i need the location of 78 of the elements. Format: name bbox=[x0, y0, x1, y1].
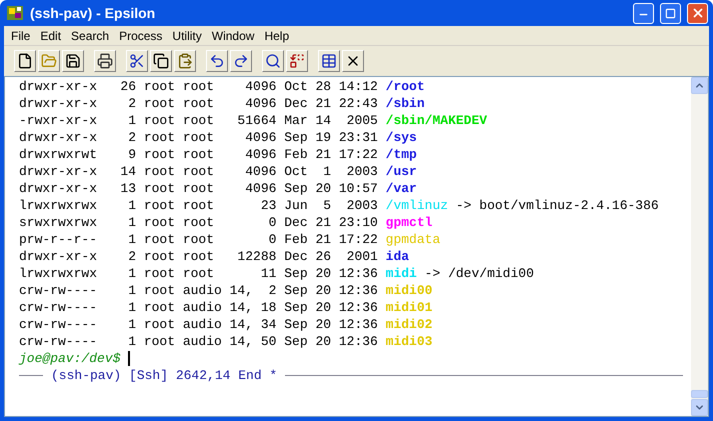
toolbar-button[interactable] bbox=[62, 50, 84, 72]
text-cursor bbox=[128, 351, 130, 366]
file-info: -rwxr-xr-x 1 root root 51664 Mar 14 2005 bbox=[19, 112, 378, 129]
file-name: gpmctl bbox=[386, 214, 432, 231]
menu-item[interactable]: File bbox=[6, 26, 36, 44]
file-info: lrwxrwxrwx 1 root root 23 Jun 5 2003 bbox=[19, 197, 378, 214]
link-target: -> /dev/midi00 bbox=[424, 265, 534, 282]
toolbar-button[interactable] bbox=[94, 50, 116, 72]
minimize-button[interactable] bbox=[633, 2, 654, 24]
file-info: drwxr-xr-x 2 root root 4096 Dec 21 22:43 bbox=[19, 95, 378, 112]
search-icon bbox=[265, 53, 281, 69]
toolbar-button[interactable] bbox=[262, 50, 284, 72]
menu-item[interactable]: Process bbox=[114, 26, 168, 44]
file-info: prw-r--r-- 1 root root 0 Feb 21 17:22 bbox=[19, 231, 378, 248]
file-name: /tmp bbox=[386, 146, 417, 163]
folder-icon bbox=[41, 53, 57, 69]
file-name: /root bbox=[386, 78, 425, 95]
file-info: drwxr-xr-x 2 root root 12288 Dec 26 2001 bbox=[19, 248, 378, 265]
file-info: crw-rw---- 1 root audio 14, 34 Sep 20 12:36 bbox=[19, 316, 378, 333]
toolbar-button[interactable] bbox=[14, 50, 36, 72]
scrollbar[interactable] bbox=[691, 77, 708, 416]
toolbar-button[interactable] bbox=[286, 50, 308, 72]
window-title: (ssh-pav) - Epsilon bbox=[30, 4, 156, 23]
file-info: drwxr-xr-x 14 root root 4096 Oct 1 2003 bbox=[19, 163, 378, 180]
scroll-up-button[interactable] bbox=[691, 77, 708, 94]
shell-prompt: joe@pav:/dev$ bbox=[19, 350, 120, 367]
file-name: midi bbox=[386, 265, 417, 282]
file-name: /var bbox=[386, 180, 417, 197]
file-name: /vmlinuz bbox=[386, 197, 448, 214]
page-icon bbox=[17, 53, 33, 69]
file-name: /sbin bbox=[386, 95, 425, 112]
file-info: lrwxrwxrwx 1 root root 11 Sep 20 12:36 bbox=[19, 265, 378, 282]
file-info: drwxr-xr-x 13 root root 4096 Sep 20 10:57 bbox=[19, 180, 378, 197]
menu-item[interactable]: Utility bbox=[167, 26, 207, 44]
file-name: gpmdata bbox=[386, 231, 440, 248]
file-name: ida bbox=[386, 248, 410, 265]
close-button[interactable] bbox=[687, 2, 708, 24]
file-name: /sbin/MAKEDEV bbox=[386, 112, 488, 129]
toolbar-button[interactable] bbox=[342, 50, 364, 72]
undo-icon bbox=[209, 53, 225, 69]
file-info: drwxr-xr-x 2 root root 4096 Sep 19 23:31 bbox=[19, 129, 378, 146]
file-name: /sys bbox=[386, 129, 417, 146]
link-target: -> boot/vmlinuz-2.4.16-386 bbox=[456, 197, 659, 214]
toolbar-button[interactable] bbox=[206, 50, 228, 72]
file-name: midi01 bbox=[386, 299, 432, 316]
menu-item[interactable]: Help bbox=[259, 26, 294, 44]
file-info: crw-rw---- 1 root audio 14, 2 Sep 20 12:36 bbox=[19, 282, 378, 299]
toolbar-button[interactable] bbox=[150, 50, 172, 72]
copy-icon bbox=[153, 53, 169, 69]
file-info: srwxrwxrwx 1 root root 0 Dec 21 23:10 bbox=[19, 214, 378, 231]
file-name: /usr bbox=[386, 163, 417, 180]
toolbar-button[interactable] bbox=[174, 50, 196, 72]
toolbar-button[interactable] bbox=[126, 50, 148, 72]
menu-item[interactable]: Window bbox=[206, 26, 260, 44]
file-info: crw-rw---- 1 root audio 14, 50 Sep 20 12:36 bbox=[19, 333, 378, 350]
clipboard-icon bbox=[177, 53, 193, 69]
file-name: midi02 bbox=[386, 316, 432, 333]
table-icon bbox=[321, 53, 337, 69]
replace-icon bbox=[289, 53, 305, 69]
file-info: crw-rw---- 1 root audio 14, 18 Sep 20 12:36 bbox=[19, 299, 378, 316]
file-name: midi00 bbox=[386, 282, 432, 299]
close-icon bbox=[690, 6, 704, 20]
maximize-button[interactable] bbox=[660, 2, 681, 24]
mode-line: (ssh-pav) [Ssh] 2642,14 End * bbox=[51, 367, 278, 384]
toolbar-button[interactable] bbox=[230, 50, 252, 72]
file-name: midi03 bbox=[386, 333, 432, 350]
toolbar-button[interactable] bbox=[318, 50, 340, 72]
menu-item[interactable]: Search bbox=[66, 26, 114, 44]
scissors-icon bbox=[129, 53, 145, 69]
scroll-down-button[interactable] bbox=[691, 399, 708, 416]
file-info: drwxr-xr-x 26 root root 4096 Oct 28 14:12 bbox=[19, 78, 378, 95]
app-icon bbox=[6, 4, 24, 22]
printer-icon bbox=[97, 53, 113, 69]
file-info: drwxrwxrwt 9 root root 4096 Feb 21 17:22 bbox=[19, 146, 378, 163]
redo-icon bbox=[233, 53, 249, 69]
maximize-icon bbox=[665, 8, 676, 18]
scroll-thumb[interactable] bbox=[691, 390, 708, 398]
menu-item[interactable]: Edit bbox=[35, 26, 66, 44]
